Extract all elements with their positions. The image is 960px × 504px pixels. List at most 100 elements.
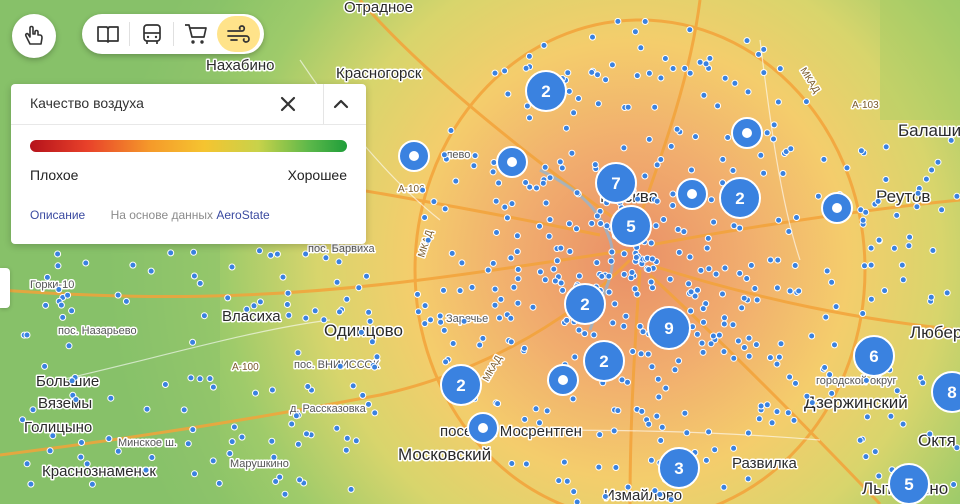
station-dot[interactable] (731, 79, 739, 87)
station-dot[interactable] (57, 301, 65, 309)
station-dot[interactable] (667, 496, 675, 504)
station-dot[interactable] (336, 308, 343, 316)
station-dot[interactable] (68, 377, 76, 385)
station-dot[interactable] (791, 262, 799, 269)
station-dot[interactable] (279, 273, 287, 281)
station-dot[interactable] (267, 251, 275, 259)
cluster-marker[interactable]: 3 (658, 447, 700, 489)
station-dot[interactable] (629, 348, 637, 355)
station-dot[interactable] (54, 262, 62, 270)
cluster-marker[interactable]: 2 (583, 340, 625, 382)
station-dot[interactable] (871, 448, 879, 456)
station-dot[interactable] (773, 360, 781, 368)
station-dot[interactable] (651, 103, 659, 111)
station-dot[interactable] (570, 488, 578, 496)
station-dot[interactable] (614, 17, 622, 25)
map-canvas[interactable]: А-106 А-100 А-103 МКАД МКАД МКАД Отрадно… (0, 0, 960, 504)
transport-button[interactable] (130, 16, 173, 52)
station-dot[interactable] (292, 412, 300, 420)
station-dot[interactable] (283, 301, 291, 308)
station-dot[interactable] (284, 289, 292, 297)
station-dot[interactable] (460, 317, 468, 325)
station-dot[interactable] (736, 269, 744, 277)
station-dot[interactable] (721, 74, 729, 82)
station-dot[interactable] (72, 396, 80, 404)
station-dot[interactable] (184, 440, 192, 448)
station-dot[interactable] (922, 175, 930, 183)
station-dot[interactable] (662, 384, 670, 392)
cluster-marker[interactable]: 9 (647, 306, 691, 350)
station-dot[interactable] (859, 216, 867, 224)
station-dot[interactable] (776, 65, 784, 73)
station-dot[interactable] (191, 470, 198, 478)
station-dot[interactable] (46, 447, 54, 455)
station-dot[interactable] (541, 276, 549, 284)
station-dot[interactable] (747, 261, 755, 269)
station-dot[interactable] (699, 305, 707, 313)
station-dot[interactable] (634, 195, 642, 203)
station-dot[interactable] (709, 332, 717, 340)
station-dot[interactable] (882, 143, 890, 151)
station-dot[interactable] (669, 65, 677, 72)
station-dot[interactable] (575, 272, 583, 280)
station-dot[interactable] (491, 301, 499, 309)
station-dot[interactable] (226, 450, 234, 457)
station-dot[interactable] (268, 437, 276, 445)
station-dot[interactable] (419, 186, 427, 194)
station-dot[interactable] (355, 284, 363, 292)
station-dot[interactable] (440, 286, 447, 294)
station-dot[interactable] (890, 244, 898, 252)
station-dot[interactable] (938, 206, 946, 214)
station-dot[interactable] (926, 430, 934, 438)
station-dot[interactable] (493, 229, 500, 236)
station-dot[interactable] (589, 33, 596, 41)
station-dot[interactable] (648, 255, 656, 263)
station-dot[interactable] (760, 169, 768, 177)
station-dot[interactable] (790, 416, 798, 424)
station-dot[interactable] (680, 228, 688, 236)
station-dot[interactable] (590, 331, 598, 339)
station-dot[interactable] (557, 279, 565, 287)
station-dot[interactable] (867, 244, 875, 252)
station-dot[interactable] (496, 314, 503, 322)
station-dot[interactable] (553, 257, 561, 265)
station-dot[interactable] (899, 420, 907, 428)
station-dot[interactable] (647, 456, 655, 464)
station-dot[interactable] (740, 344, 748, 351)
station-dot[interactable] (645, 69, 653, 77)
station-dot[interactable] (470, 162, 478, 170)
station-dot[interactable] (770, 135, 777, 143)
station-dot[interactable] (556, 158, 564, 166)
traffic-button[interactable] (12, 14, 56, 58)
station-dot[interactable] (440, 151, 448, 159)
station-dot[interactable] (588, 219, 596, 227)
station-dot[interactable] (744, 88, 752, 96)
station-dot[interactable] (565, 87, 573, 95)
station-dot[interactable] (760, 69, 768, 77)
station-dot[interactable] (64, 291, 72, 299)
station-dot[interactable] (371, 409, 379, 417)
station-dot[interactable] (357, 328, 365, 336)
station-dot[interactable] (65, 342, 73, 350)
station-dot[interactable] (228, 263, 236, 271)
close-button[interactable] (277, 93, 299, 115)
station-dot[interactable] (196, 375, 204, 383)
station-dot[interactable] (681, 64, 689, 72)
station-dot[interactable] (272, 478, 280, 485)
station-dot[interactable] (767, 256, 774, 264)
station-dot[interactable] (551, 277, 559, 285)
cluster-marker[interactable]: 2 (525, 70, 567, 112)
station-dot[interactable] (661, 55, 669, 62)
station-dot[interactable] (686, 69, 694, 77)
station-dot[interactable] (514, 275, 522, 283)
station-dot[interactable] (705, 428, 713, 436)
station-dot[interactable] (631, 28, 639, 36)
station-dot[interactable] (189, 338, 197, 346)
station-dot[interactable] (667, 142, 675, 150)
station-dot[interactable] (814, 192, 822, 200)
station-dot[interactable] (666, 275, 674, 283)
station-dot[interactable] (536, 419, 543, 427)
station-dot[interactable] (605, 288, 613, 296)
station-dot[interactable] (147, 267, 155, 275)
station-dot[interactable] (59, 313, 67, 321)
